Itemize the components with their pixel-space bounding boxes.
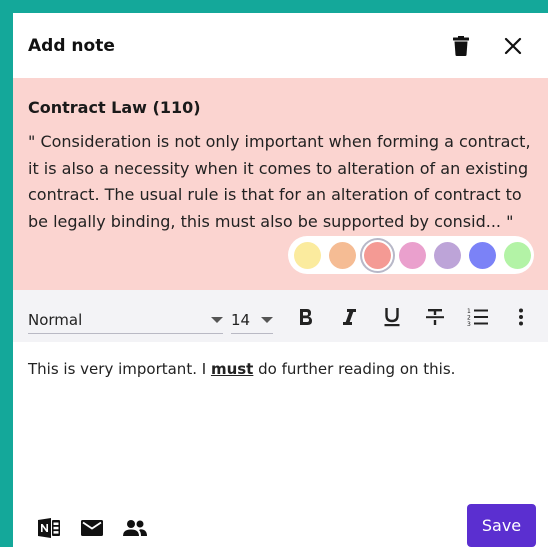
quoted-passage: Contract Law (110) " Consideration is no…: [13, 78, 548, 290]
swatch-green[interactable]: [504, 241, 531, 269]
numbered-list-icon: 1 2 3: [467, 308, 488, 327]
italic-icon: [343, 309, 356, 325]
svg-text:3: 3: [467, 321, 471, 327]
quote-text: " Consideration is not only important wh…: [28, 132, 531, 231]
strikethrough-icon: [426, 309, 444, 325]
add-note-panel: Add note Contract Law (110) " Considerat…: [13, 13, 548, 547]
save-button[interactable]: Save: [467, 504, 536, 547]
paragraph-style-select[interactable]: Normal: [28, 306, 223, 334]
paragraph-style-value: Normal: [28, 310, 83, 329]
swatch-orange[interactable]: [329, 241, 356, 269]
trash-icon: [453, 35, 469, 56]
more-vertical-icon: [519, 308, 523, 326]
close-icon: [504, 37, 522, 54]
underline-button[interactable]: [379, 304, 405, 330]
onenote-icon: [38, 518, 60, 538]
more-options-button[interactable]: [508, 304, 534, 330]
swatch-yellow[interactable]: [294, 241, 321, 269]
note-text-start: This is very important. I: [28, 360, 211, 378]
quote-source-title: Contract Law (110): [28, 98, 201, 117]
close-button[interactable]: [495, 13, 531, 78]
font-size-select[interactable]: 14: [231, 306, 273, 334]
formatting-toolbar: Normal 14 1 2 3: [13, 290, 548, 342]
bold-icon: [300, 309, 312, 325]
panel-header: Add note: [13, 13, 548, 78]
swatch-pink[interactable]: [399, 241, 426, 269]
color-picker: [288, 236, 534, 274]
mail-icon: [81, 520, 103, 536]
note-text-emphasis: must: [210, 360, 254, 378]
underline-icon: [384, 308, 400, 327]
email-button[interactable]: [79, 516, 105, 540]
note-text-end: do further reading on this.: [253, 360, 456, 378]
onenote-button[interactable]: [36, 516, 62, 540]
delete-button[interactable]: [443, 13, 479, 78]
people-icon: [123, 520, 147, 536]
share-button[interactable]: [122, 516, 148, 540]
chevron-down-icon: [211, 316, 223, 323]
italic-button[interactable]: [336, 304, 362, 330]
font-size-value: 14: [231, 310, 251, 329]
panel-title: Add note: [28, 35, 115, 56]
note-editor[interactable]: This is very important. I must do furthe…: [28, 360, 533, 378]
strikethrough-button[interactable]: [422, 304, 448, 330]
swatch-blue[interactable]: [469, 241, 496, 269]
swatch-purple[interactable]: [434, 241, 461, 269]
numbered-list-button[interactable]: 1 2 3: [465, 304, 491, 330]
chevron-down-icon: [261, 316, 273, 323]
bold-button[interactable]: [293, 304, 319, 330]
swatch-red[interactable]: [364, 241, 391, 269]
